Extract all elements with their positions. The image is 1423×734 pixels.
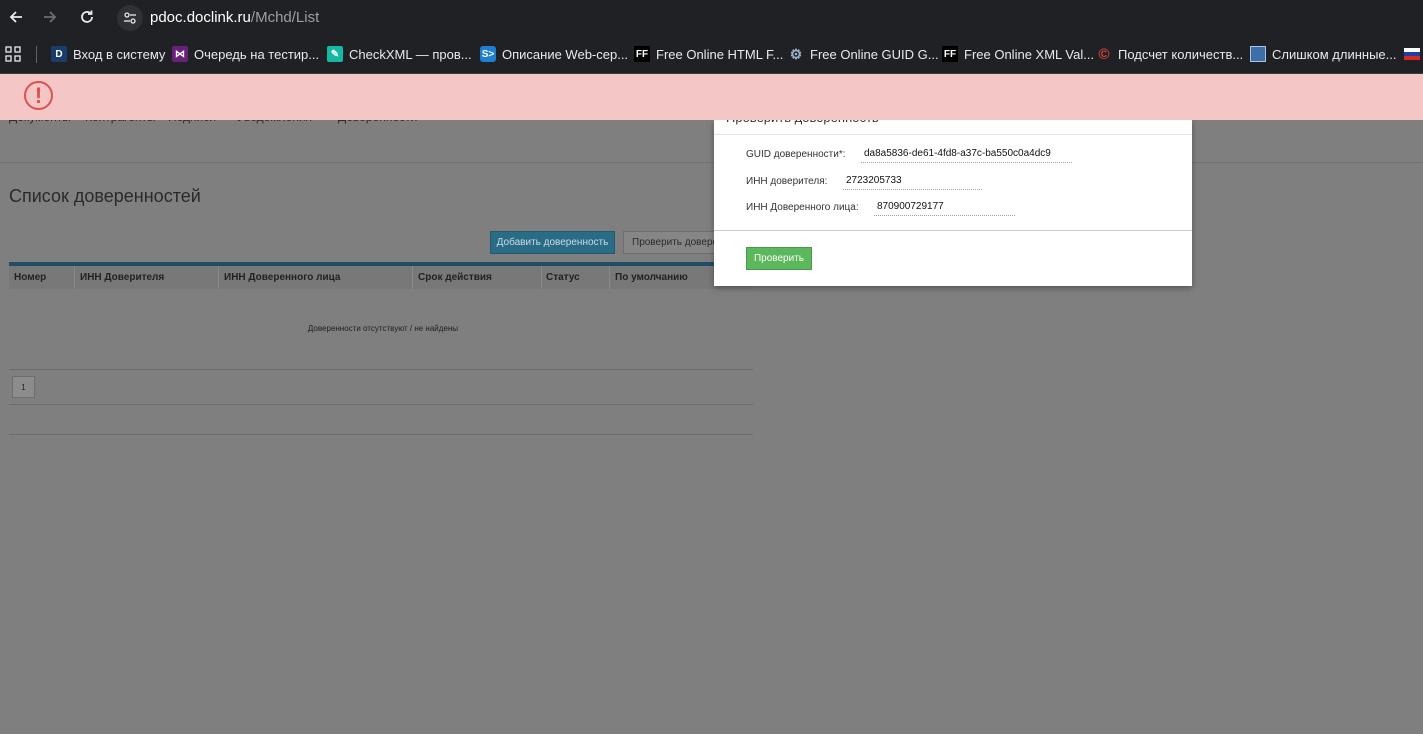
- guid-input[interactable]: [861, 148, 1072, 163]
- web-service-icon: S>: [480, 46, 496, 62]
- pagination-page-button[interactable]: 1: [12, 376, 35, 398]
- bookmark-html-formatter[interactable]: FF Free Online HTML F...: [634, 45, 783, 63]
- arrow-left-icon: [9, 11, 22, 23]
- russian-flag-icon: [1404, 48, 1420, 60]
- column-separator: [218, 266, 219, 289]
- guid-label: GUID доверенности*:: [746, 149, 846, 160]
- bookmark-test-queue[interactable]: ⋈ Очередь на тестир...: [172, 45, 319, 63]
- bookmark-label: Free Online HTML F...: [656, 46, 784, 62]
- bookmark-login[interactable]: D Вход в систему: [51, 45, 165, 63]
- modal-footer-divider: [714, 230, 1192, 231]
- bookmark-label: Free Online GUID G...: [810, 46, 939, 62]
- column-separator: [412, 266, 413, 289]
- verify-button[interactable]: Проверить: [746, 247, 812, 270]
- bookmarks-bar: D Вход в систему ⋈ Очередь на тестир... …: [0, 35, 1423, 74]
- bookmark-guid-generator[interactable]: ⚙ Free Online GUID G...: [788, 45, 939, 63]
- bookmark-label: Слишком длинные...: [1272, 46, 1397, 62]
- table-divider: [9, 434, 753, 435]
- bookmark-label: CheckXML — пров...: [349, 46, 472, 62]
- column-separator: [541, 266, 542, 289]
- bookmark-label: Вход в систему: [73, 46, 166, 62]
- url-text[interactable]: pdoc.doclink.ru/Mchd/List: [150, 9, 319, 26]
- url-domain: pdoc.doclink.ru: [150, 9, 251, 26]
- error-alert-bar: [0, 74, 1423, 120]
- checkxml-icon: ✎: [327, 46, 343, 62]
- back-button[interactable]: [4, 5, 28, 29]
- page-title: Список доверенностей: [9, 186, 201, 206]
- forward-button[interactable]: [38, 5, 62, 29]
- add-poa-button[interactable]: Добавить доверенность: [490, 231, 615, 254]
- d-logo-icon: D: [51, 46, 67, 62]
- gear-icon: ⚙: [789, 45, 803, 62]
- bookmark-counter[interactable]: © Подсчет количеств...: [1096, 45, 1243, 63]
- column-header-validity[interactable]: Срок действия: [418, 272, 492, 283]
- bookmark-flag[interactable]: [1404, 45, 1420, 63]
- copyright-icon: ©: [1098, 45, 1110, 63]
- bookmarks-separator: [36, 46, 37, 63]
- site-info-icon[interactable]: [117, 5, 143, 31]
- column-header-status[interactable]: Статус: [546, 272, 580, 283]
- inn-principal-input[interactable]: [843, 175, 982, 190]
- apps-grid-icon[interactable]: [5, 46, 21, 62]
- column-header-default[interactable]: По умолчанию: [615, 272, 688, 283]
- empty-table-message: Доверенности отсутствуют / не найдены: [307, 324, 459, 333]
- exclamation-circle-icon: !: [24, 81, 53, 110]
- column-header-inn-principal[interactable]: ИНН Доверителя: [80, 272, 164, 283]
- column-separator: [74, 266, 75, 289]
- modal-header-divider: [714, 134, 1192, 135]
- bookmark-label: Очередь на тестир...: [194, 46, 320, 62]
- bookmark-label: Описание Web-сер...: [502, 46, 629, 62]
- bookmark-label: Free Online XML Val...: [964, 46, 1095, 62]
- table-divider: [9, 369, 753, 370]
- column-separator: [609, 266, 610, 289]
- reload-icon: [81, 10, 93, 23]
- bookmark-web-service[interactable]: S> Описание Web-сер...: [480, 45, 628, 63]
- url-path: /Mchd/List: [250, 9, 320, 26]
- check-poa-button[interactable]: Проверить доверенность: [623, 231, 723, 254]
- visual-studio-icon: ⋈: [172, 46, 188, 62]
- bookmark-label: Подсчет количеств...: [1118, 46, 1244, 62]
- freeformatter-icon: FF: [634, 46, 650, 62]
- header-divider: [0, 162, 1423, 163]
- bookmark-checkxml[interactable]: ✎ CheckXML — пров...: [327, 45, 472, 63]
- column-header-inn-representative[interactable]: ИНН Доверенного лица: [224, 272, 340, 283]
- inn-principal-label: ИНН доверителя:: [746, 176, 828, 187]
- bookmark-too-long[interactable]: Слишком длинные...: [1250, 45, 1396, 63]
- inn-representative-label: ИНН Доверенного лица:: [746, 202, 859, 213]
- arrow-right-icon: [44, 11, 57, 23]
- freeformatter-icon: FF: [942, 46, 958, 62]
- column-header-number[interactable]: Номер: [14, 272, 46, 283]
- reload-button[interactable]: [75, 5, 99, 29]
- image-icon: [1250, 46, 1266, 62]
- bookmark-xml-validator[interactable]: FF Free Online XML Val...: [942, 45, 1094, 63]
- browser-toolbar: pdoc.doclink.ru/Mchd/List: [0, 0, 1423, 35]
- inn-representative-input[interactable]: [874, 201, 1015, 216]
- table-divider: [9, 404, 753, 405]
- table-header: Номер ИНН Доверителя ИНН Доверенного лиц…: [9, 266, 753, 289]
